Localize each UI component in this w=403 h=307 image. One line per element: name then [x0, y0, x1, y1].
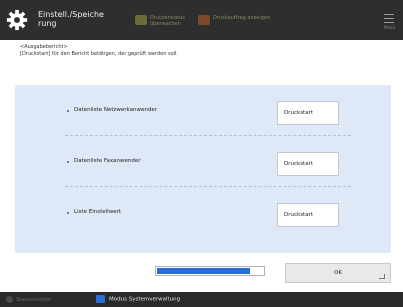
bullet-icon: [67, 110, 69, 112]
status-label: Statusmonitor: [16, 297, 52, 303]
header-bar: Einstell./Speiche rung Druckerstatus übe…: [0, 0, 403, 40]
print-job-icon: [198, 15, 210, 25]
instruction-body: [Druckstart] für den Bericht betätigen, …: [20, 51, 179, 57]
printer-monitor-icon: [135, 15, 147, 25]
mode-label: Modus Systemverwaltung: [109, 296, 181, 303]
print-job-label: Druckauftrag anzeigen: [213, 15, 271, 21]
settings-gear-icon: [6, 9, 28, 31]
scroll-progress-bar: [155, 266, 265, 276]
menu-icon-line: [384, 22, 394, 23]
report-list-panel: Datenliste Netzwerkanwender Druckstart D…: [15, 85, 391, 253]
report-row: Liste Einstellwert Druckstart: [15, 203, 391, 227]
instruction-title: <Ausgabebericht>: [20, 44, 68, 50]
footer-bar: Statusmonitor Modus Systemverwaltung: [0, 292, 403, 307]
menu-icon-line: [384, 18, 394, 19]
page-title: Einstell./Speiche rung: [38, 10, 104, 28]
print-start-button[interactable]: Druckstart: [277, 152, 339, 176]
progress-fill: [157, 268, 250, 274]
menu-label: Menü: [384, 25, 395, 30]
report-row: Datenliste Netzwerkanwender Druckstart: [15, 101, 391, 125]
menu-icon-line: [384, 14, 394, 15]
admin-icon: [96, 295, 105, 303]
system-mode-indicator: Modus Systemverwaltung: [96, 295, 180, 303]
report-row: Datenliste Faxanwender Druckstart: [15, 152, 391, 176]
report-label: Liste Einstellwert: [74, 209, 121, 215]
bullet-icon: [67, 212, 69, 214]
ok-label: OK: [334, 270, 342, 276]
corner-arrow-icon: [379, 274, 385, 279]
report-label: Datenliste Netzwerkanwender: [74, 107, 157, 113]
print-start-button[interactable]: Druckstart: [277, 101, 339, 125]
instruction-text: <Ausgabebericht> [Druckstart] für den Be…: [20, 44, 178, 58]
divider: [65, 186, 351, 187]
status-monitor-button[interactable]: Statusmonitor: [6, 296, 52, 303]
menu-button[interactable]: Menü: [384, 14, 395, 30]
report-label: Datenliste Faxanwender: [74, 158, 141, 164]
ok-button[interactable]: OK: [285, 263, 391, 283]
divider: [65, 135, 351, 136]
print-start-button[interactable]: Druckstart: [277, 203, 339, 227]
bullet-icon: [67, 161, 69, 163]
status-icon: [6, 296, 13, 303]
